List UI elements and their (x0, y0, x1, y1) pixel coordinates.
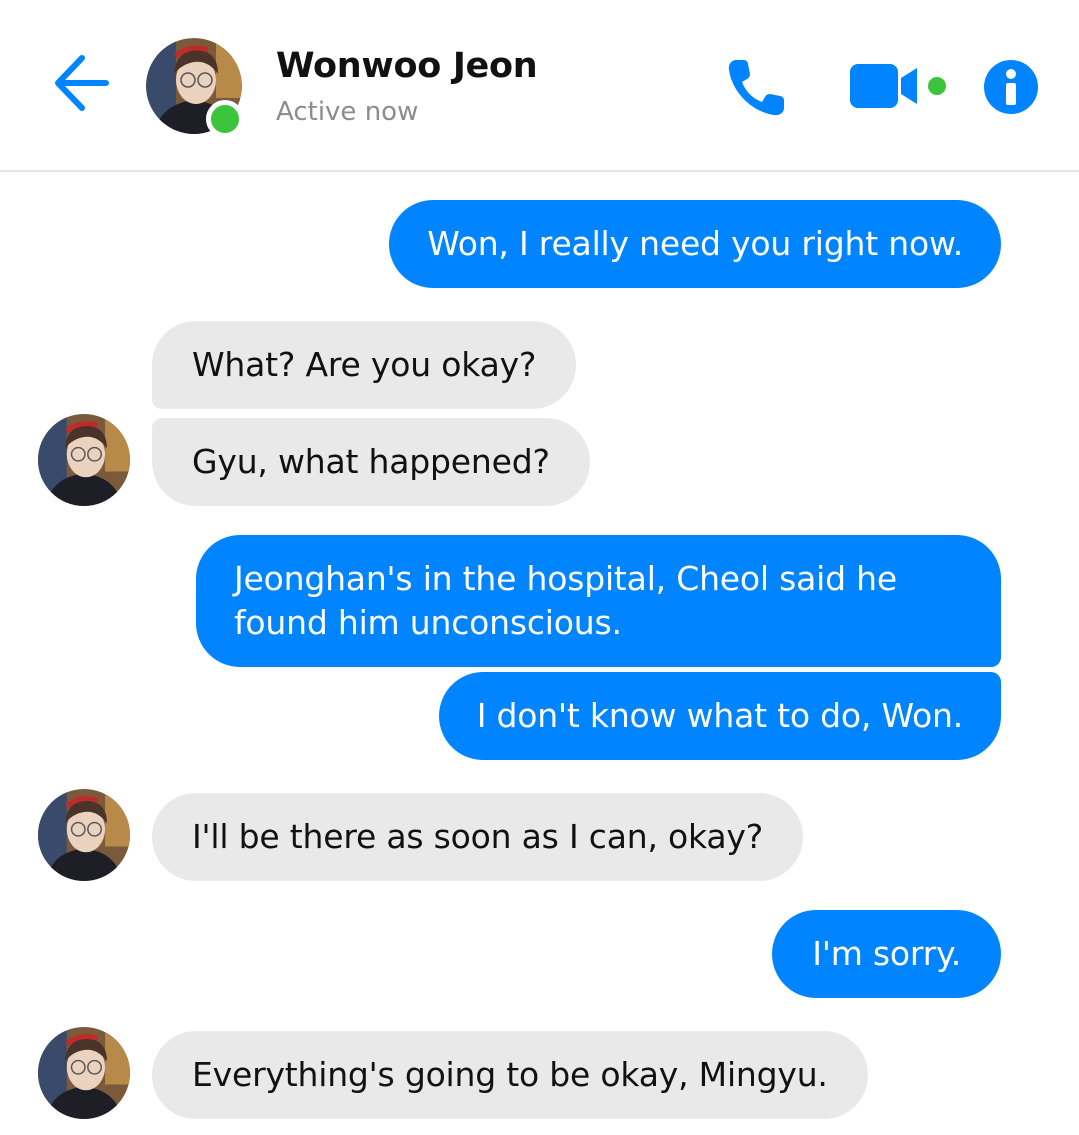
info-button[interactable] (982, 58, 1040, 116)
contact-avatar-small[interactable] (38, 1027, 130, 1119)
message-bubble-incoming[interactable]: Everything's going to be okay, Mingyu. (152, 1031, 868, 1119)
back-button[interactable] (48, 52, 114, 114)
contact-avatar-small[interactable] (38, 789, 130, 881)
video-call-button[interactable] (845, 60, 957, 112)
message-bubble-outgoing[interactable]: I'm sorry. (772, 910, 1001, 998)
contact-name[interactable]: Wonwoo Jeon (276, 46, 538, 86)
conversation-header: Wonwoo Jeon Active now (0, 0, 1079, 172)
online-indicator (206, 100, 244, 138)
arrow-left-icon (55, 55, 109, 111)
voice-call-button[interactable] (722, 52, 792, 122)
message-bubble-outgoing[interactable]: I don't know what to do, Won. (438, 672, 1001, 760)
contact-avatar[interactable] (146, 38, 244, 138)
info-icon (984, 60, 1038, 114)
message-bubble-incoming[interactable]: What? Are you okay? (152, 321, 577, 409)
avatar-photo (38, 414, 130, 506)
active-status: Active now (276, 97, 419, 127)
message-bubble-outgoing[interactable]: Won, I really need you right now. (389, 200, 1001, 288)
contact-avatar-small[interactable] (38, 414, 130, 506)
message-bubble-outgoing[interactable]: Jeonghan's in the hospital, Cheol said h… (196, 535, 1001, 667)
video-camera-icon (850, 64, 946, 108)
phone-icon (728, 60, 784, 116)
avatar-photo (38, 789, 130, 881)
message-bubble-incoming[interactable]: Gyu, what happened? (152, 418, 590, 506)
message-bubble-incoming[interactable]: I'll be there as soon as I can, okay? (152, 793, 804, 881)
avatar-photo (38, 1027, 130, 1119)
